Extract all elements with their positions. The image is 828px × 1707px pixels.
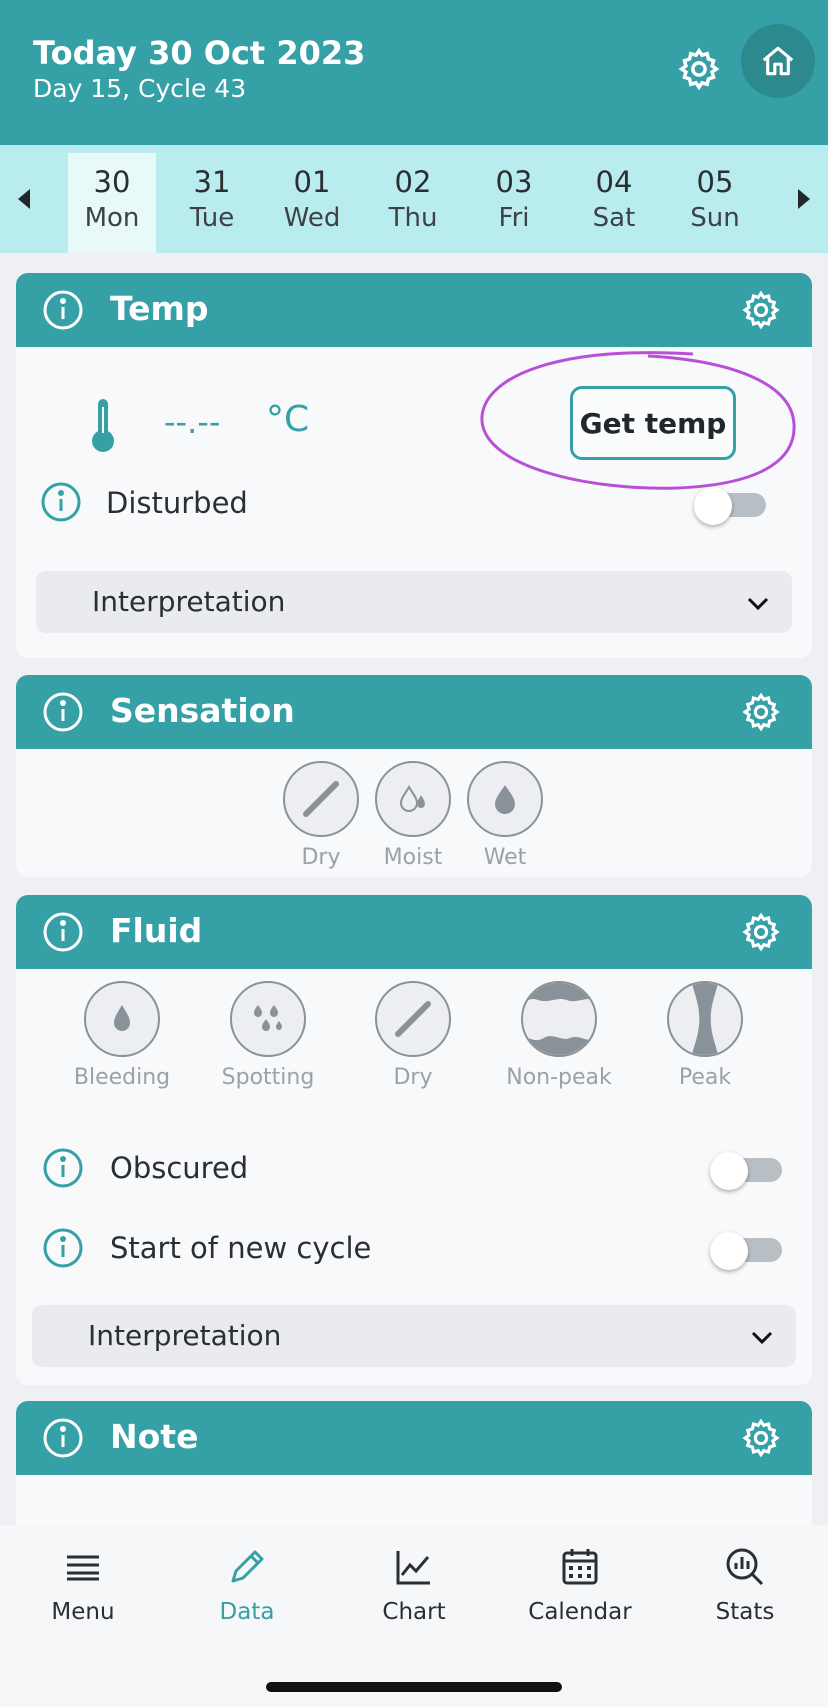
fluid-non-peak-option[interactable]: Non-peak bbox=[504, 981, 614, 1090]
temp-settings-gear-icon[interactable] bbox=[740, 289, 782, 331]
next-week-arrow-icon[interactable] bbox=[792, 185, 816, 213]
nav-stats[interactable]: Stats bbox=[670, 1545, 820, 1625]
nav-data[interactable]: Data bbox=[172, 1545, 322, 1625]
sensation-settings-gear-icon[interactable] bbox=[740, 691, 782, 733]
day-item-31[interactable]: 31 Tue bbox=[168, 153, 256, 253]
sensation-card-header: Sensation bbox=[16, 675, 812, 749]
bleeding-drop-icon bbox=[114, 1005, 130, 1031]
wet-drop-icon bbox=[495, 785, 515, 814]
day-item-05[interactable]: 05 Sun bbox=[671, 153, 759, 253]
sensation-card: Sensation Dry Moist Wet bbox=[16, 675, 812, 877]
disturbed-info-icon[interactable] bbox=[40, 481, 82, 523]
temp-value: --.-- bbox=[164, 403, 221, 441]
fluid-peak-option[interactable]: Peak bbox=[650, 981, 760, 1090]
day-item-03[interactable]: 03 Fri bbox=[470, 153, 558, 253]
previous-week-arrow-icon[interactable] bbox=[12, 185, 36, 213]
fluid-bleeding-option[interactable]: Bleeding bbox=[67, 981, 177, 1090]
temp-unit: °C bbox=[266, 399, 310, 440]
day-item-01[interactable]: 01 Wed bbox=[268, 153, 356, 253]
settings-gear-icon[interactable] bbox=[676, 46, 722, 92]
sensation-wet-option[interactable]: Wet bbox=[450, 761, 560, 870]
new-cycle-label: Start of new cycle bbox=[110, 1231, 372, 1265]
obscured-label: Obscured bbox=[110, 1151, 249, 1185]
pencil-icon bbox=[225, 1545, 269, 1589]
note-card: Note bbox=[16, 1401, 812, 1541]
nav-chart[interactable]: Chart bbox=[339, 1545, 489, 1625]
day-selector: 30 Mon 31 Tue 01 Wed 02 Thu 03 Fri 04 Sa… bbox=[0, 145, 828, 253]
temp-card-title: Temp bbox=[110, 289, 209, 328]
chart-icon bbox=[392, 1545, 436, 1589]
sensation-info-icon[interactable] bbox=[42, 691, 84, 733]
non-peak-icon bbox=[523, 983, 595, 1055]
fluid-dry-option[interactable]: Dry bbox=[358, 981, 468, 1090]
dry-stroke-icon bbox=[303, 781, 339, 817]
disturbed-label: Disturbed bbox=[106, 486, 248, 520]
peak-strand-icon bbox=[691, 983, 719, 1055]
spotting-drops-icon bbox=[254, 1005, 282, 1031]
dry-stroke-icon bbox=[395, 1001, 431, 1037]
note-card-header: Note bbox=[16, 1401, 812, 1475]
obscured-toggle[interactable] bbox=[710, 1152, 782, 1190]
home-indicator bbox=[266, 1682, 562, 1692]
app-header: Today 30 Oct 2023 Day 15, Cycle 43 bbox=[0, 0, 828, 145]
menu-icon bbox=[61, 1545, 105, 1589]
home-button[interactable] bbox=[741, 24, 815, 98]
calendar-icon bbox=[558, 1545, 602, 1589]
bottom-navigation: Menu Data Chart Calendar Stats bbox=[0, 1525, 828, 1707]
home-icon bbox=[762, 46, 794, 76]
fluid-settings-gear-icon[interactable] bbox=[740, 911, 782, 953]
highlight-annotation-circle bbox=[478, 346, 798, 496]
temp-card-header: Temp bbox=[16, 273, 812, 347]
fluid-interpretation-dropdown[interactable]: Interpretation bbox=[32, 1305, 796, 1367]
day-item-30[interactable]: 30 Mon bbox=[68, 153, 156, 253]
new-cycle-info-icon[interactable] bbox=[42, 1227, 84, 1269]
note-card-title: Note bbox=[110, 1417, 199, 1456]
note-settings-gear-icon[interactable] bbox=[740, 1417, 782, 1459]
fluid-info-icon[interactable] bbox=[42, 911, 84, 953]
chevron-down-icon bbox=[744, 589, 772, 617]
new-cycle-toggle[interactable] bbox=[710, 1232, 782, 1270]
moist-drop-icon bbox=[399, 784, 426, 812]
note-info-icon[interactable] bbox=[42, 1417, 84, 1459]
day-item-02[interactable]: 02 Thu bbox=[369, 153, 457, 253]
thermometer-icon bbox=[88, 397, 118, 453]
sensation-card-title: Sensation bbox=[110, 691, 295, 730]
fluid-card: Fluid Bleeding Spotting Dry Non-peak Pea… bbox=[16, 895, 812, 1385]
cycle-subtitle: Day 15, Cycle 43 bbox=[33, 74, 247, 103]
nav-menu[interactable]: Menu bbox=[8, 1545, 158, 1625]
day-item-04[interactable]: 04 Sat bbox=[570, 153, 658, 253]
temp-interpretation-dropdown[interactable]: Interpretation bbox=[36, 571, 792, 633]
nav-calendar[interactable]: Calendar bbox=[505, 1545, 655, 1625]
page-title: Today 30 Oct 2023 bbox=[33, 34, 366, 72]
fluid-card-title: Fluid bbox=[110, 911, 203, 950]
obscured-info-icon[interactable] bbox=[42, 1147, 84, 1189]
fluid-spotting-option[interactable]: Spotting bbox=[213, 981, 323, 1090]
temp-info-icon[interactable] bbox=[42, 289, 84, 331]
chevron-down-icon bbox=[748, 1323, 776, 1351]
stats-icon bbox=[723, 1545, 767, 1589]
fluid-card-header: Fluid bbox=[16, 895, 812, 969]
